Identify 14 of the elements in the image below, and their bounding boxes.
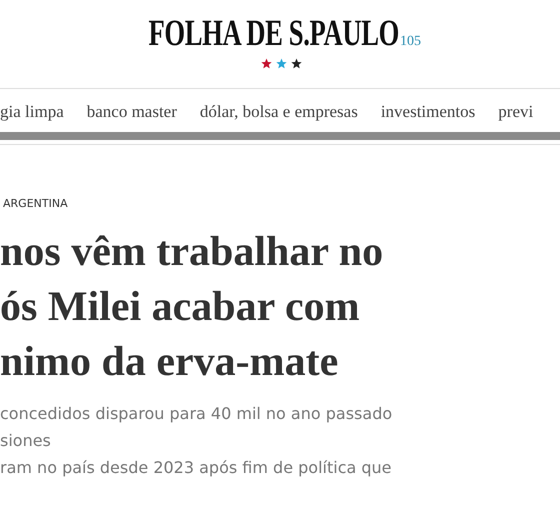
nav-link[interactable]: banco master [86,102,177,122]
subtitle-line: concedidos disparou para 40 mil no ano passado [0,403,392,425]
nav-link[interactable]: previ [498,102,534,122]
nav-link[interactable]: gia limpa [0,102,64,122]
headline-line: nos vêm trabalhar no [0,228,384,277]
nav-link[interactable]: investimentos [380,102,476,122]
headline-line: ós Milei acabar com [0,283,360,332]
section-kicker[interactable]: ARGENTINA [3,197,68,211]
edition-number: 105 [400,34,421,50]
subtitle-line: siones [0,430,51,452]
newspaper-logo[interactable]: FOLHA DE S.PAULO [148,14,399,54]
subtitle-line: ram no país desde 2023 após fim de política que [0,457,392,479]
nav-link[interactable]: dólar, bolsa e empresas [200,102,358,122]
headline-line: nimo da erva-mate [0,338,338,387]
